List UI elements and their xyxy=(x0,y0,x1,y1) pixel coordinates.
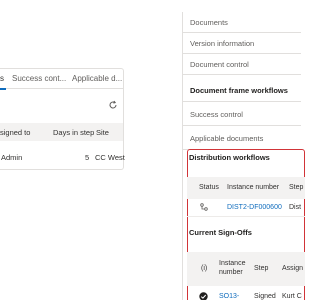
cell-days-in-step: 5 xyxy=(85,153,90,162)
column-assigned-to[interactable]: signed to xyxy=(0,128,30,137)
nav-version-information[interactable]: Version information xyxy=(183,33,301,54)
tab-current[interactable]: s xyxy=(0,74,4,83)
workflow-panel: s Success cont... Applicable d... signed… xyxy=(0,68,125,170)
tab-applicable-documents[interactable]: Applicable d... xyxy=(72,74,122,83)
cell-assigned-to: Admin xyxy=(1,153,23,162)
column-status[interactable]: Status xyxy=(199,184,219,191)
signoff-step: Signed Off xyxy=(254,293,276,300)
distribution-step: Dist xyxy=(289,204,302,211)
distribution-instance-link[interactable]: DIST2-DF000600 xyxy=(227,204,282,211)
signoff-instance-link[interactable]: SO13-DF000600 xyxy=(219,292,247,300)
workflow-status-icon xyxy=(200,203,208,211)
cell-site: CC West xyxy=(95,153,125,162)
check-circle-icon xyxy=(199,292,208,300)
active-tab-indicator xyxy=(0,88,6,90)
column-site[interactable]: Site xyxy=(96,128,109,137)
distribution-workflows-title: Distribution workflows xyxy=(189,153,270,162)
tab-success-control[interactable]: Success cont... xyxy=(12,74,66,83)
column-assignee[interactable]: Assign xyxy=(282,265,303,272)
column-days-in-step[interactable]: Days in step xyxy=(53,128,94,137)
divider xyxy=(187,216,305,217)
nav-success-control[interactable]: Success control xyxy=(183,102,301,126)
nav-documents[interactable]: Documents xyxy=(183,12,301,33)
tab-bar: s Success cont... Applicable d... xyxy=(0,69,123,90)
column-instance-number[interactable]: Instance number xyxy=(227,184,279,191)
signoff-assignee: Kurt C Quality xyxy=(282,293,302,300)
column-info[interactable]: (i) xyxy=(201,265,207,272)
nav-document-control[interactable]: Document control xyxy=(183,54,301,75)
nav-document-frame-workflows[interactable]: Document frame workflows xyxy=(183,78,301,102)
nav-applicable-documents[interactable]: Applicable documents xyxy=(183,126,301,150)
column-signoff-instance-number[interactable]: Instance number xyxy=(219,259,245,277)
document-details-panel: Documents Version information Document c… xyxy=(182,12,305,300)
column-signoff-step[interactable]: Step xyxy=(254,265,268,272)
column-step[interactable]: Step xyxy=(289,184,303,191)
current-signoffs-title: Current Sign-Offs xyxy=(189,228,252,237)
refresh-icon[interactable] xyxy=(108,100,118,110)
